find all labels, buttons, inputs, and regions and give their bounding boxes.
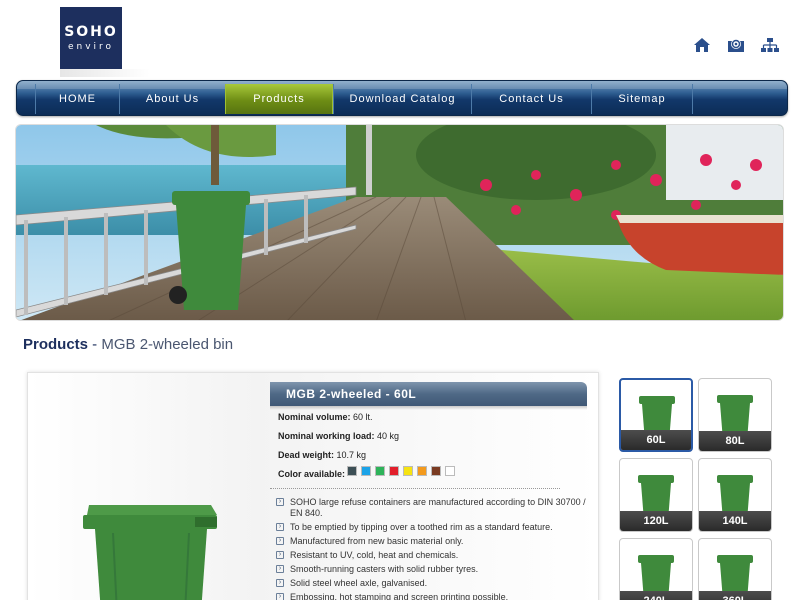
spec-value: 60 lt. xyxy=(353,412,373,422)
thumb-label: 60L xyxy=(621,430,691,450)
spec-value: 10.7 kg xyxy=(336,450,367,460)
product-image[interactable] xyxy=(83,503,223,600)
nav-item-home[interactable]: HOME xyxy=(35,84,119,114)
thumb-label: 140L xyxy=(699,511,771,531)
page-title-main: Products xyxy=(23,336,89,353)
color-swatch[interactable] xyxy=(445,466,455,476)
nav-item-products[interactable]: Products xyxy=(225,84,333,114)
page-title-separator: - xyxy=(88,336,102,353)
color-swatch[interactable] xyxy=(375,466,385,476)
arrow-bullet-icon: › xyxy=(276,551,284,559)
spec-nominal-volume: Nominal volume: 60 lt. xyxy=(278,412,373,422)
hero-banner-image xyxy=(16,125,783,320)
color-swatch[interactable] xyxy=(389,466,399,476)
arrow-bullet-icon: › xyxy=(276,579,284,587)
thumb-120l[interactable]: 120L xyxy=(619,458,693,532)
list-item: › Resistant to UV, cold, heat and chemica… xyxy=(276,550,596,561)
arrow-bullet-icon: › xyxy=(276,498,284,506)
main-nav: HOME About Us Products Download Catalog … xyxy=(16,80,788,116)
list-item: › Manufactured from new basic material on… xyxy=(276,536,596,547)
thumb-80l[interactable]: 80L xyxy=(698,378,772,452)
spec-dead-weight: Dead weight: 10.7 kg xyxy=(278,450,366,460)
color-swatch[interactable] xyxy=(347,466,357,476)
thumb-label: 360L xyxy=(699,591,771,600)
thumb-60l[interactable]: 60L xyxy=(619,378,693,452)
nav-item-sitemap[interactable]: Sitemap xyxy=(591,84,693,114)
color-swatch[interactable] xyxy=(431,466,441,476)
arrow-bullet-icon: › xyxy=(276,565,284,573)
logo-text-enviro: enviro xyxy=(67,42,115,52)
list-item: › SOHO large refuse containers are manufa… xyxy=(276,497,596,519)
list-item: › To be emptied by tipping over a toothed… xyxy=(276,522,596,533)
spec-nominal-working-load: Nominal working load: 40 kg xyxy=(278,431,399,441)
arrow-bullet-icon: › xyxy=(276,593,284,600)
product-name-header: MGB 2-wheeled - 60L xyxy=(270,382,587,406)
list-item: › Smooth-running casters with solid rubbe… xyxy=(276,564,596,575)
color-swatch[interactable] xyxy=(361,466,371,476)
sitemap-icon[interactable] xyxy=(760,36,780,54)
color-swatch[interactable] xyxy=(403,466,413,476)
thumb-360l[interactable]: 360L xyxy=(698,538,772,600)
thumb-240l[interactable]: 240L xyxy=(619,538,693,600)
product-panel: MGB 2-wheeled - 60L Nominal volume: 60 l… xyxy=(27,372,599,600)
email-icon[interactable] xyxy=(726,36,746,54)
color-swatch[interactable] xyxy=(417,466,427,476)
feature-list: › SOHO large refuse containers are manufa… xyxy=(276,497,596,600)
logo-text-soho: SOHO xyxy=(64,24,118,40)
spec-divider xyxy=(270,488,560,489)
thumb-label: 80L xyxy=(699,431,771,451)
arrow-bullet-icon: › xyxy=(276,537,284,545)
page-title-sub: MGB 2-wheeled bin xyxy=(101,336,234,353)
hero-banner xyxy=(15,124,784,321)
home-icon[interactable] xyxy=(692,36,712,54)
spec-value: 40 kg xyxy=(377,431,400,441)
color-available-label: Color available: xyxy=(278,469,346,479)
list-item: › Solid steel wheel axle, galvanised. xyxy=(276,578,596,589)
nav-item-download-catalog[interactable]: Download Catalog xyxy=(333,84,471,114)
top-utility-icons xyxy=(692,36,780,54)
thumb-label: 240L xyxy=(620,591,692,600)
spec-label: Nominal working load: xyxy=(278,431,375,441)
nav-item-about-us[interactable]: About Us xyxy=(119,84,225,114)
color-swatches xyxy=(347,466,455,476)
logo-shadow xyxy=(60,69,150,77)
spec-label: Nominal volume: xyxy=(278,412,351,422)
arrow-bullet-icon: › xyxy=(276,523,284,531)
product-header-shadow xyxy=(270,406,587,410)
thumb-label: 120L xyxy=(620,511,692,531)
thumb-140l[interactable]: 140L xyxy=(698,458,772,532)
list-item: › Embossing, hot stamping and screen prin… xyxy=(276,592,596,600)
nav-item-contact-us[interactable]: Contact Us xyxy=(471,84,591,114)
page-title: Products - MGB 2-wheeled bin xyxy=(23,336,233,353)
page: SOHO enviro HOME About Us Products Downl… xyxy=(0,0,800,600)
spec-label: Dead weight: xyxy=(278,450,335,460)
site-logo[interactable]: SOHO enviro xyxy=(60,7,122,69)
